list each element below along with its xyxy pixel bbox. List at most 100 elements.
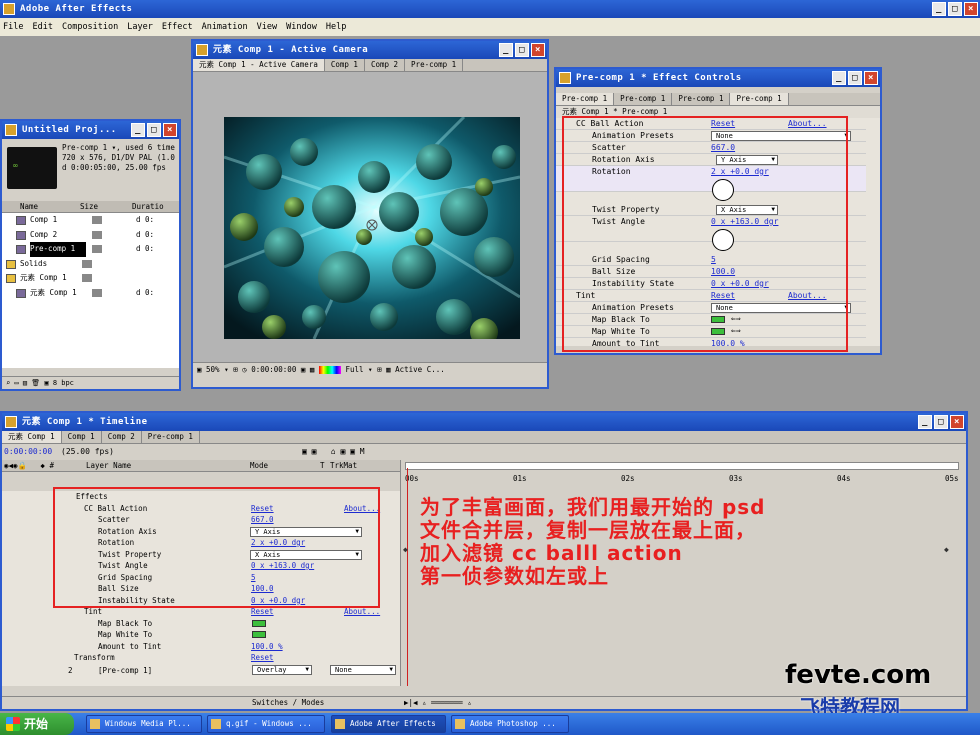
keyframe-marker-end[interactable]: ◆ — [944, 545, 949, 554]
menu-bar: File Edit Composition Layer Effect Animation V… — [0, 18, 980, 36]
col-size[interactable]: Size — [80, 201, 132, 212]
taskbar-app-icon — [211, 719, 221, 729]
timeline-icon — [5, 416, 17, 428]
tab-2[interactable]: Comp 2 — [365, 59, 406, 71]
project-item[interactable]: Comp 2 d 0: — [2, 228, 179, 243]
thumbnail-logo: ∞ — [13, 161, 18, 170]
layer-number: 2 — [68, 665, 73, 675]
col-layer-name[interactable]: Layer Name — [86, 460, 250, 471]
close-button[interactable]: × — [864, 71, 878, 85]
project-item-name: Comp 1 — [30, 215, 58, 224]
taskbar-item[interactable]: Windows Media Pl... — [86, 715, 202, 733]
col-t[interactable]: T — [320, 460, 330, 471]
menu-help[interactable]: Help — [326, 18, 346, 36]
timeline-title: 元素 Comp 1 * Timeline — [22, 417, 148, 427]
timeline-prop-value[interactable]: 100.0 % — [251, 641, 283, 652]
comp-footer: ▣ 50% ▾ ⊞ ◷ 0:00:00:00 ▣ ▦ Full ▾ ⊞ ▦ Ac… — [193, 362, 547, 376]
tab-0[interactable]: 元素 Comp 1 - Active Camera — [193, 59, 325, 71]
start-button[interactable]: 开始 — [0, 713, 74, 735]
minimize-button[interactable]: _ — [131, 123, 145, 137]
col-duration[interactable]: Duratio — [132, 201, 172, 212]
tab-3[interactable]: Pre-comp 1 — [730, 93, 789, 105]
resolution-select[interactable]: Full — [345, 365, 363, 374]
current-time-indicator[interactable] — [407, 468, 408, 686]
project-item[interactable]: 元素 Comp 1 — [2, 271, 179, 286]
menu-animation[interactable]: Animation — [202, 18, 248, 36]
close-button[interactable]: × — [163, 123, 177, 137]
watermark-logo: fevte.com — [785, 660, 932, 690]
comp-footer-icon[interactable]: ▣ — [197, 365, 206, 374]
project-info-line: 720 x 576, D1/DV PAL (1.0 — [62, 153, 175, 162]
timeline-time[interactable]: 0:00:00:00 — [2, 447, 52, 456]
channel-icon[interactable] — [318, 366, 341, 374]
work-area-bar[interactable] — [405, 462, 959, 470]
timeline-tool-icons[interactable]: ▣ ▣ ⌂ ▣ ▣ M — [302, 444, 365, 460]
color-swatch[interactable] — [252, 619, 266, 627]
menu-composition[interactable]: Composition — [62, 18, 118, 36]
menu-view[interactable]: View — [257, 18, 277, 36]
project-title: Untitled Proj... — [22, 125, 117, 135]
close-button[interactable]: × — [531, 43, 545, 57]
comp-time[interactable]: 0:00:00:00 — [251, 365, 296, 374]
folder-icon — [6, 259, 16, 269]
maximize-button[interactable]: □ — [848, 71, 862, 85]
start-label: 开始 — [24, 717, 49, 731]
tab-0[interactable]: 元素 Comp 1 — [2, 431, 62, 443]
taskbar-item[interactable]: Adobe After Effects — [331, 715, 446, 733]
taskbar-app-icon — [335, 719, 345, 729]
project-toolbar: ⌕ ▭ ▥ 🗑 ▣ 8 bpc — [2, 376, 179, 389]
layer-row-2[interactable]: 2 [Pre-comp 1] Overlay None — [2, 664, 400, 676]
keyframe-marker[interactable]: ◆ — [403, 545, 408, 554]
composition-icon — [6, 274, 16, 283]
bpc-label[interactable]: 8 bpc — [53, 379, 74, 387]
col-trkmat[interactable]: TrkMat — [330, 460, 370, 471]
minimize-button[interactable]: _ — [932, 2, 946, 16]
taskbar-item[interactable]: Adobe Photoshop ... — [451, 715, 569, 733]
maximize-button[interactable]: □ — [147, 123, 161, 137]
zoom-slider[interactable]: ▶|◀ ▵ ═══════ ▵ — [404, 697, 472, 709]
windows-logo-icon — [6, 717, 20, 731]
taskbar-app-icon — [455, 719, 465, 729]
tab-2[interactable]: Pre-comp 1 — [672, 93, 731, 105]
taskbar-item-label: Adobe Photoshop ... — [470, 719, 556, 728]
zoom-select[interactable]: 50% — [206, 365, 220, 374]
menu-window[interactable]: Window — [286, 18, 317, 36]
col-mode[interactable]: Mode — [250, 460, 320, 471]
maximize-button[interactable]: □ — [934, 415, 948, 429]
menu-effect[interactable]: Effect — [162, 18, 193, 36]
timeline-prop-value[interactable]: Reset — [251, 652, 274, 663]
col-name[interactable]: Name — [2, 201, 80, 212]
comp-icon — [196, 44, 208, 56]
close-button[interactable]: × — [964, 2, 978, 16]
close-button[interactable]: × — [950, 415, 964, 429]
tab-3[interactable]: Pre-comp 1 — [405, 59, 464, 71]
camera-select[interactable]: Active C... — [395, 365, 445, 374]
comp-preview-image — [224, 117, 520, 339]
layer-trkmat[interactable]: None — [330, 664, 396, 675]
maximize-button[interactable]: □ — [948, 2, 962, 16]
tab-0[interactable]: Pre-comp 1 — [556, 93, 615, 105]
project-item[interactable]: Comp 1 d 0: — [2, 213, 179, 228]
layer-mode[interactable]: Overlay — [252, 664, 312, 675]
menu-edit[interactable]: Edit — [32, 18, 52, 36]
tab-2[interactable]: Comp 2 — [102, 431, 142, 443]
project-item-duration: d 0: — [136, 287, 155, 297]
taskbar-item[interactable]: q.gif - Windows ... — [207, 715, 325, 733]
minimize-button[interactable]: _ — [918, 415, 932, 429]
project-item[interactable]: Solids — [2, 257, 179, 272]
find-icon[interactable]: ⌕ ▭ ▥ 🗑 ▣ — [6, 379, 53, 387]
minimize-button[interactable]: _ — [499, 43, 513, 57]
tab-3[interactable]: Pre-comp 1 — [142, 431, 200, 443]
switches-modes-toggle[interactable]: Switches / Modes — [252, 697, 324, 709]
minimize-button[interactable]: _ — [832, 71, 846, 85]
tab-1[interactable]: Comp 1 — [325, 59, 365, 71]
tab-1[interactable]: Pre-comp 1 — [614, 93, 673, 105]
project-icon — [5, 124, 17, 136]
project-item[interactable]: 元素 Comp 1 d 0: — [2, 286, 179, 301]
tab-1[interactable]: Comp 1 — [62, 431, 102, 443]
project-item[interactable]: Pre-comp 1 d 0: — [2, 242, 179, 257]
menu-file[interactable]: File — [3, 18, 23, 36]
maximize-button[interactable]: □ — [515, 43, 529, 57]
color-swatch[interactable] — [252, 631, 266, 638]
menu-layer[interactable]: Layer — [127, 18, 153, 36]
